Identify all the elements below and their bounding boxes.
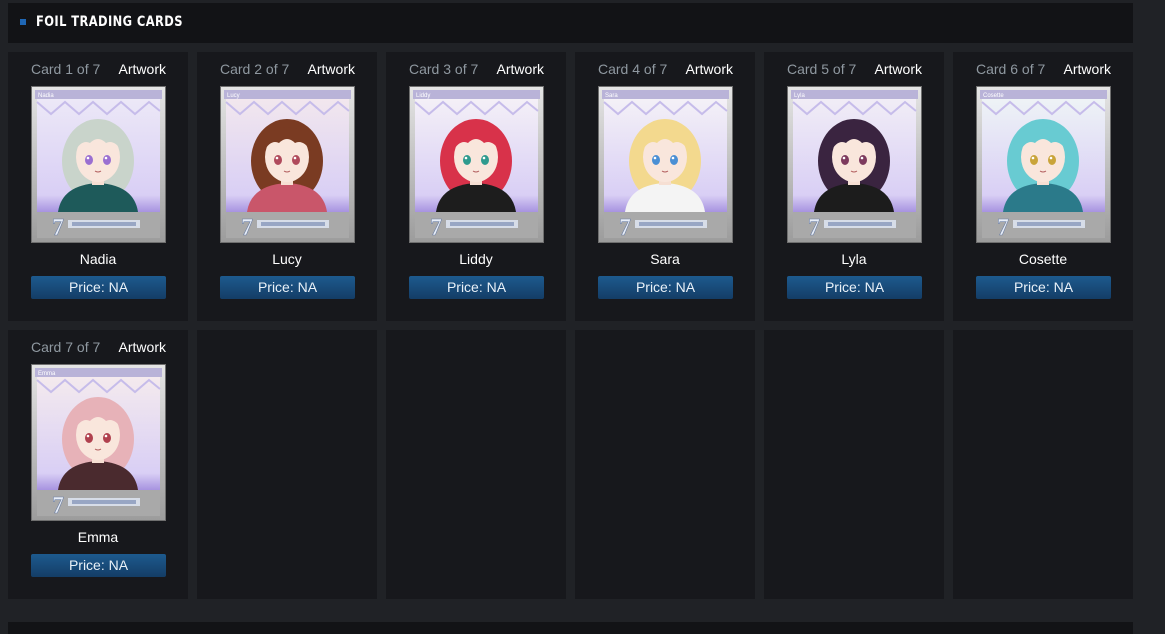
card-tag: Nadia [38,93,54,99]
card-image[interactable]: Sara 7 [598,86,733,243]
svg-text:7: 7 [619,215,631,241]
card-tag: Lyla [794,93,805,99]
card-portrait: Sara 7 [602,90,729,241]
card-name: Liddy [459,251,493,267]
price-button[interactable]: Price: NA [31,276,166,299]
card-tag: Cosette [983,93,1004,99]
empty-card-cell [197,330,377,599]
card-portrait: Cosette 7 [980,90,1107,241]
card-portrait: Emma 7 [35,368,162,519]
artwork-link[interactable]: Artwork [686,61,733,77]
empty-card-cell [386,330,566,599]
svg-text:7: 7 [430,215,442,241]
svg-text:7: 7 [52,215,64,241]
empty-card-cell [764,330,944,599]
section-header: FOIL TRADING CARDS [8,3,1133,43]
svg-text:7: 7 [52,493,64,519]
card-name: Cosette [1018,251,1068,267]
svg-text:7: 7 [808,215,820,241]
square-bullet-icon [20,19,26,25]
card-image[interactable]: Liddy 7 [409,86,544,243]
card-image[interactable]: Nadia 7 [31,86,166,243]
card-count: Card 5 of 7 [787,61,857,77]
artwork-link[interactable]: Artwork [119,339,166,355]
card-count: Card 6 of 7 [976,61,1046,77]
artwork-link[interactable]: Artwork [119,61,166,77]
card-cell: Card 2 of 7 Artwork Lucy 7 Lucy Price: NA [197,52,377,321]
card-count: Card 7 of 7 [31,339,101,355]
svg-text:7: 7 [241,215,253,241]
card-image[interactable]: Emma 7 [31,364,166,521]
price-button[interactable]: Price: NA [787,276,922,299]
card-image[interactable]: Lyla 7 [787,86,922,243]
price-button[interactable]: Price: NA [976,276,1111,299]
svg-text:7: 7 [997,215,1009,241]
card-name: Sara [650,251,680,267]
card-portrait: Lucy 7 [224,90,351,241]
price-button[interactable]: Price: NA [31,554,166,577]
price-button[interactable]: Price: NA [598,276,733,299]
card-cell: Card 1 of 7 Artwork Nadia 7 Nadia Price: NA [8,52,188,321]
empty-card-cell [575,330,755,599]
card-name: Nadia [79,251,117,267]
card-tag: Sara [605,93,618,99]
card-count: Card 1 of 7 [31,61,101,77]
card-count: Card 4 of 7 [598,61,668,77]
artwork-link[interactable]: Artwork [497,61,544,77]
price-button[interactable]: Price: NA [409,276,544,299]
section-title: FOIL TRADING CARDS [36,14,183,30]
card-cell: Card 7 of 7 Artwork Emma 7 Emma Price: NA [8,330,188,599]
card-name: Lucy [272,251,302,267]
card-portrait: Liddy 7 [413,90,540,241]
card-count: Card 2 of 7 [220,61,290,77]
card-name: Lyla [841,251,867,267]
card-cell: Card 3 of 7 Artwork Liddy 7 Liddy Price: NA [386,52,566,321]
card-tag: Emma [38,371,56,377]
card-cell: Card 4 of 7 Artwork Sara 7 Sara Price: NA [575,52,755,321]
artwork-link[interactable]: Artwork [1064,61,1111,77]
card-portrait: Lyla 7 [791,90,918,241]
next-section-bar [8,622,1133,634]
card-name: Emma [77,529,119,545]
empty-card-cell [953,330,1133,599]
card-portrait: Nadia 7 [35,90,162,241]
card-tag: Liddy [416,93,430,99]
card-image[interactable]: Lucy 7 [220,86,355,243]
card-image[interactable]: Cosette 7 [976,86,1111,243]
card-tag: Lucy [227,93,240,99]
artwork-link[interactable]: Artwork [308,61,355,77]
artwork-link[interactable]: Artwork [875,61,922,77]
card-cell: Card 5 of 7 Artwork Lyla 7 Lyla Price: NA [764,52,944,321]
price-button[interactable]: Price: NA [220,276,355,299]
card-cell: Card 6 of 7 Artwork Cosette 7 Cosette Price: … [953,52,1133,321]
card-count: Card 3 of 7 [409,61,479,77]
